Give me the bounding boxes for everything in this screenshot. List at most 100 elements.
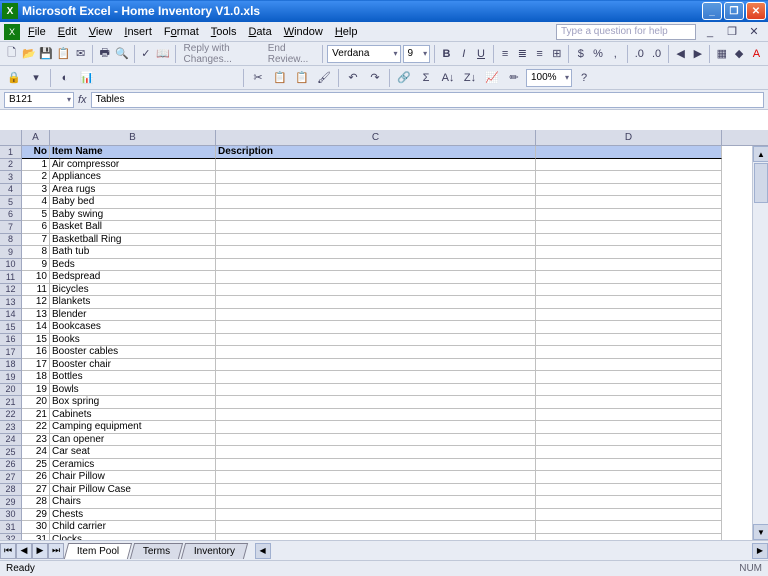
cell-no[interactable]: 21 <box>22 409 50 422</box>
scroll-down-icon[interactable]: ▼ <box>753 524 768 540</box>
cell-description[interactable] <box>216 434 536 447</box>
cell-d[interactable] <box>536 509 722 522</box>
cell-d[interactable] <box>536 484 722 497</box>
cell-d[interactable] <box>536 321 722 334</box>
cell-no[interactable]: 14 <box>22 321 50 334</box>
cell-d[interactable] <box>536 171 722 184</box>
cell-no[interactable]: 24 <box>22 446 50 459</box>
menu-file[interactable]: File <box>22 24 52 40</box>
cell-no[interactable]: 30 <box>22 521 50 534</box>
cell-d[interactable] <box>536 234 722 247</box>
cell-description[interactable] <box>216 196 536 209</box>
tab-last-icon[interactable]: ⏭ <box>48 543 64 559</box>
doc-close-button[interactable]: ✕ <box>744 22 764 42</box>
cell-description[interactable] <box>216 259 536 272</box>
paste-icon[interactable]: 📋 <box>292 68 312 88</box>
cell-no[interactable]: 19 <box>22 384 50 397</box>
menu-edit[interactable]: Edit <box>52 24 83 40</box>
open-icon[interactable]: 📂 <box>21 44 36 64</box>
sheet-tab-item-pool[interactable]: Item Pool <box>64 543 133 559</box>
row-header-28[interactable]: 28 <box>0 484 22 497</box>
cell-d[interactable] <box>536 409 722 422</box>
cell-no[interactable]: 13 <box>22 309 50 322</box>
redo-icon[interactable]: ↷ <box>365 68 385 88</box>
row-header-27[interactable]: 27 <box>0 471 22 484</box>
cell-description[interactable] <box>216 484 536 497</box>
merge-center-icon[interactable]: ⊞ <box>549 44 564 64</box>
cell-description[interactable] <box>216 409 536 422</box>
cell-d[interactable] <box>536 196 722 209</box>
row-header-7[interactable]: 7 <box>0 221 22 234</box>
drawing-icon[interactable]: ✏ <box>504 68 524 88</box>
tab-next-icon[interactable]: ▶ <box>32 543 48 559</box>
cell-no[interactable]: 12 <box>22 296 50 309</box>
cell-item-name[interactable]: Can opener <box>50 434 216 447</box>
cell-item-name[interactable]: Books <box>50 334 216 347</box>
row-header-29[interactable]: 29 <box>0 496 22 509</box>
help-search-box[interactable]: Type a question for help <box>556 24 696 40</box>
decrease-indent-icon[interactable]: ◀ <box>673 44 688 64</box>
tab-prev-icon[interactable]: ◀ <box>16 543 32 559</box>
cell-d[interactable] <box>536 446 722 459</box>
cell-item-name[interactable]: Booster chair <box>50 359 216 372</box>
cell-no[interactable]: 26 <box>22 471 50 484</box>
cell-d[interactable] <box>536 434 722 447</box>
comma-icon[interactable]: , <box>608 44 623 64</box>
cell-item-name[interactable]: Car seat <box>50 446 216 459</box>
cell-item-name[interactable]: Beds <box>50 259 216 272</box>
row-header-18[interactable]: 18 <box>0 359 22 372</box>
save-icon[interactable]: 💾 <box>39 44 54 64</box>
row-header-1[interactable]: 1 <box>0 146 22 159</box>
cell-no[interactable]: 10 <box>22 271 50 284</box>
hscroll-right-icon[interactable]: ▶ <box>752 543 768 559</box>
row-header-16[interactable]: 16 <box>0 334 22 347</box>
cell-no[interactable]: 1 <box>22 159 50 172</box>
horizontal-scrollbar[interactable]: ◀ ▶ <box>255 543 768 559</box>
cell-no[interactable]: 3 <box>22 184 50 197</box>
increase-indent-icon[interactable]: ▶ <box>690 44 705 64</box>
cell-no[interactable]: 7 <box>22 234 50 247</box>
cell-item-name[interactable]: Chairs <box>50 496 216 509</box>
new-icon[interactable]: 🗋 <box>4 44 19 64</box>
undo-icon[interactable]: ↶ <box>343 68 363 88</box>
formula-input[interactable]: Tables <box>91 92 764 108</box>
cell-item-name[interactable]: Bookcases <box>50 321 216 334</box>
mail-icon[interactable]: ✉ <box>73 44 88 64</box>
cell-item-name[interactable]: Appliances <box>50 171 216 184</box>
cell-description[interactable] <box>216 271 536 284</box>
cell-item-name[interactable]: Ceramics <box>50 459 216 472</box>
cell-description[interactable] <box>216 284 536 297</box>
cell-no[interactable]: 15 <box>22 334 50 347</box>
print-icon[interactable]: 🖶 <box>97 44 112 64</box>
fill-color-icon[interactable]: ◆ <box>731 44 746 64</box>
security-icon[interactable]: 🔒 <box>4 68 24 88</box>
cell-description[interactable] <box>216 246 536 259</box>
row-header-26[interactable]: 26 <box>0 459 22 472</box>
row-header-11[interactable]: 11 <box>0 271 22 284</box>
cell-no[interactable]: 11 <box>22 284 50 297</box>
row-header-25[interactable]: 25 <box>0 446 22 459</box>
research-icon[interactable]: 📖 <box>156 44 171 64</box>
bold-icon[interactable]: B <box>439 44 454 64</box>
name-box[interactable]: B121 <box>4 92 74 108</box>
minimize-button[interactable]: _ <box>702 2 722 20</box>
cell-description[interactable] <box>216 321 536 334</box>
cell-item-name[interactable]: Baby bed <box>50 196 216 209</box>
cell-d[interactable] <box>536 359 722 372</box>
cell-d[interactable] <box>536 284 722 297</box>
tab-first-icon[interactable]: ⏮ <box>0 543 16 559</box>
cell-no[interactable]: 6 <box>22 221 50 234</box>
cell-header-item[interactable]: Item Name <box>50 146 216 159</box>
reply-changes-label[interactable]: Reply with Changes... <box>180 43 262 65</box>
menu-format[interactable]: Format <box>158 24 205 40</box>
align-left-icon[interactable]: ≡ <box>497 44 512 64</box>
row-header-5[interactable]: 5 <box>0 196 22 209</box>
cell-description[interactable] <box>216 396 536 409</box>
cell-description[interactable] <box>216 459 536 472</box>
cell-description[interactable] <box>216 371 536 384</box>
row-header-8[interactable]: 8 <box>0 234 22 247</box>
row-header-17[interactable]: 17 <box>0 346 22 359</box>
cell-description[interactable] <box>216 309 536 322</box>
menu-insert[interactable]: Insert <box>118 24 158 40</box>
menu-help[interactable]: Help <box>329 24 364 40</box>
